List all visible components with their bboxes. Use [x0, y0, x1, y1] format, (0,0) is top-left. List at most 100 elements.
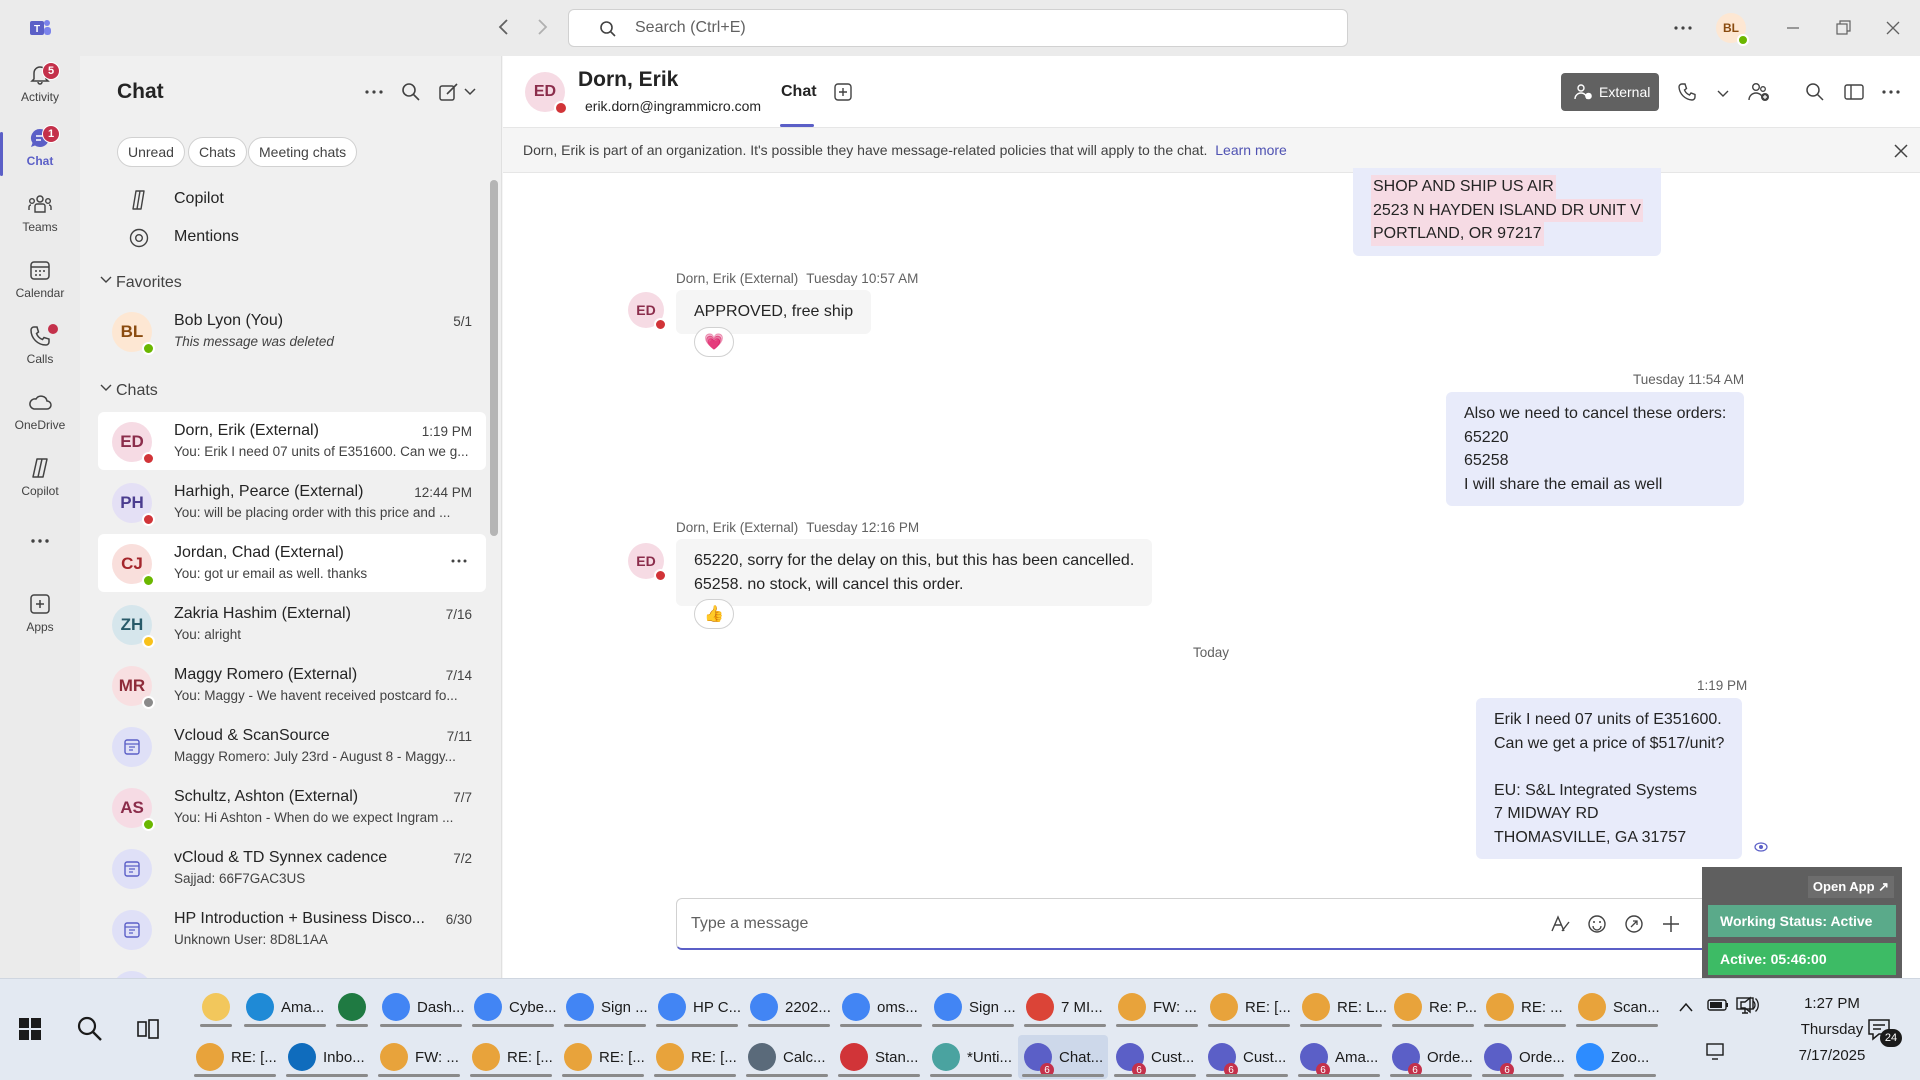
teams-logo-icon[interactable]: T	[28, 16, 52, 40]
more-options-icon[interactable]	[450, 556, 468, 566]
task-view-icon[interactable]	[136, 1017, 160, 1041]
tab-chat[interactable]: Chat	[781, 83, 817, 101]
add-people-icon[interactable]	[1747, 81, 1771, 103]
more-options-icon[interactable]	[1672, 18, 1694, 38]
back-arrow-icon[interactable]	[496, 17, 512, 37]
heart-reaction-icon[interactable]: 💗	[694, 327, 734, 357]
copilot-item[interactable]: Copilot	[98, 184, 486, 214]
list-item[interactable]: HP Introduction + Business Disco... Unkno…	[98, 900, 486, 958]
taskbar-app-button[interactable]: *Unti...	[926, 1035, 1016, 1079]
taskbar-app-button[interactable]: RE: [...	[466, 1035, 556, 1079]
taskbar-app-button[interactable]: HP C...	[652, 985, 742, 1029]
taskbar-app-button[interactable]: 6 Ama...	[1294, 1035, 1384, 1079]
profile-avatar[interactable]: BL	[1716, 13, 1749, 46]
attach-plus-icon[interactable]	[1661, 914, 1681, 934]
favorites-header[interactable]: Favorites	[116, 274, 182, 292]
message-bubble-in[interactable]: 65220, sorry for the delay on this, but …	[676, 539, 1153, 606]
chats-header[interactable]: Chats	[116, 382, 158, 400]
battery-icon[interactable]	[1706, 995, 1730, 1015]
list-item[interactable]: AS Schultz, Ashton (External) You: Hi Asht…	[98, 778, 486, 836]
tray-chevron-up-icon[interactable]	[1678, 1001, 1694, 1013]
taskbar-app-button[interactable]: Ama...	[240, 985, 330, 1029]
taskbar-app-button[interactable]: Sign ...	[560, 985, 650, 1029]
emoji-icon[interactable]	[1587, 914, 1607, 934]
avatar[interactable]: ED	[628, 292, 667, 331]
list-item[interactable]: ED Dorn, Erik (External) You: Erik I need …	[98, 412, 486, 470]
close-window-icon[interactable]	[1884, 18, 1902, 38]
avatar[interactable]: ED	[525, 72, 568, 115]
windows-start-icon[interactable]	[18, 1017, 42, 1041]
rail-onedrive[interactable]: OneDrive	[0, 390, 80, 452]
taskbar-app-button[interactable]: FW: ...	[1112, 985, 1202, 1029]
notification-icon[interactable]: 24	[1866, 1017, 1902, 1047]
desktop-icon[interactable]	[1704, 1041, 1728, 1061]
external-button[interactable]: External	[1561, 73, 1659, 111]
list-item[interactable]: MR Maggy Romero (External) You: Maggy - We…	[98, 656, 486, 714]
chevron-down-icon[interactable]	[1717, 89, 1729, 99]
rail-chat[interactable]: Chat 1	[0, 125, 80, 188]
minimize-icon[interactable]	[1784, 18, 1802, 38]
format-icon[interactable]	[1549, 914, 1571, 934]
chevron-down-icon[interactable]	[100, 275, 112, 285]
taskbar-app-button[interactable]: Calc...	[742, 1035, 832, 1079]
taskbar-app-button[interactable]: FW: ...	[374, 1035, 464, 1079]
volume-icon[interactable]	[1738, 995, 1762, 1015]
search-icon[interactable]	[401, 82, 421, 102]
taskbar-app-button[interactable]: 6 Chat...	[1018, 1035, 1108, 1079]
more-options-icon[interactable]	[1880, 84, 1902, 100]
list-item[interactable]: ZH Zakria Hashim (External) You: alright 7/…	[98, 595, 486, 653]
filter-meeting-chats[interactable]: Meeting chats	[248, 137, 358, 167]
thumbs-up-reaction-icon[interactable]: 👍	[694, 599, 734, 629]
taskbar-app-button[interactable]: 2202...	[744, 985, 834, 1029]
taskbar-app-button[interactable]: RE: [...	[558, 1035, 648, 1079]
taskbar-app-button[interactable]: 6 Cust...	[1202, 1035, 1292, 1079]
taskbar-app-button[interactable]: RE: [...	[190, 1035, 280, 1079]
list-item[interactable]: Vcloud & ScanSource Maggy Romero: July 23…	[98, 717, 486, 775]
list-item-partial[interactable]	[98, 961, 486, 978]
search-input[interactable]: Search (Ctrl+E)	[568, 9, 1348, 47]
taskbar-app-button[interactable]: RE: ...	[1480, 985, 1570, 1029]
taskbar-app-button[interactable]	[332, 985, 372, 1029]
chevron-down-icon[interactable]	[464, 87, 476, 97]
taskbar-app-button[interactable]: Stan...	[834, 1035, 924, 1079]
taskbar-app-button[interactable]: RE: L...	[1296, 985, 1387, 1029]
taskbar-app-button[interactable]: Scan...	[1572, 985, 1662, 1029]
rail-calendar[interactable]: Calendar	[0, 258, 80, 320]
taskbar-app-button[interactable]: Dash...	[376, 985, 466, 1029]
list-item[interactable]: BL Bob Lyon (You) This message was delet…	[98, 302, 486, 360]
loop-icon[interactable]	[1624, 914, 1644, 934]
rail-copilot[interactable]: Copilot	[0, 456, 80, 518]
scrollbar-thumb[interactable]	[490, 180, 498, 536]
restore-icon[interactable]	[1834, 18, 1852, 38]
rail-apps[interactable]: Apps	[0, 592, 80, 654]
filter-chats[interactable]: Chats	[188, 137, 247, 167]
message-compose-input[interactable]: Type a message	[676, 898, 1756, 950]
learn-more-link[interactable]: Learn more	[1215, 142, 1287, 158]
more-options-icon[interactable]	[363, 84, 385, 100]
taskbar-app-button[interactable]: Zoo...	[1570, 1035, 1660, 1079]
new-chat-icon[interactable]	[438, 81, 460, 103]
rail-more[interactable]	[0, 534, 80, 596]
open-app-button[interactable]: Open App ↗	[1808, 876, 1894, 898]
rail-teams[interactable]: Teams	[0, 192, 80, 254]
add-tab-icon[interactable]	[833, 82, 853, 102]
list-item[interactable]: CJ Jordan, Chad (External) You: got ur ema…	[98, 534, 486, 592]
search-icon[interactable]	[1805, 82, 1825, 102]
list-item[interactable]: vCloud & TD Synnex cadence Sajjad: 66F7GA…	[98, 839, 486, 897]
taskbar-app-button[interactable]: Inbo...	[282, 1035, 372, 1079]
search-icon[interactable]	[76, 1015, 104, 1043]
message-bubble-out[interactable]: Erik I need 07 units of E351600. Can we …	[1476, 698, 1743, 859]
contact-name[interactable]: Dorn, Erik	[578, 68, 678, 92]
message-bubble-out[interactable]: SHOP AND SHIP US AIR 2523 N HAYDEN ISLAN…	[1353, 168, 1661, 256]
rail-activity[interactable]: Activity 5	[0, 62, 80, 124]
list-item[interactable]: PH Harhigh, Pearce (External) You: will be…	[98, 473, 486, 531]
forward-arrow-icon[interactable]	[534, 17, 550, 37]
rail-calls[interactable]: Calls	[0, 324, 80, 386]
taskbar-app-button[interactable]: 6 Orde...	[1478, 1035, 1568, 1079]
chevron-down-icon[interactable]	[100, 383, 112, 393]
taskbar-app-button[interactable]: 6 Orde...	[1386, 1035, 1476, 1079]
side-panel-icon[interactable]	[1843, 82, 1865, 102]
taskbar-app-button[interactable]: Cybe...	[468, 985, 558, 1029]
avatar[interactable]: ED	[628, 543, 667, 582]
call-icon[interactable]	[1677, 82, 1697, 102]
